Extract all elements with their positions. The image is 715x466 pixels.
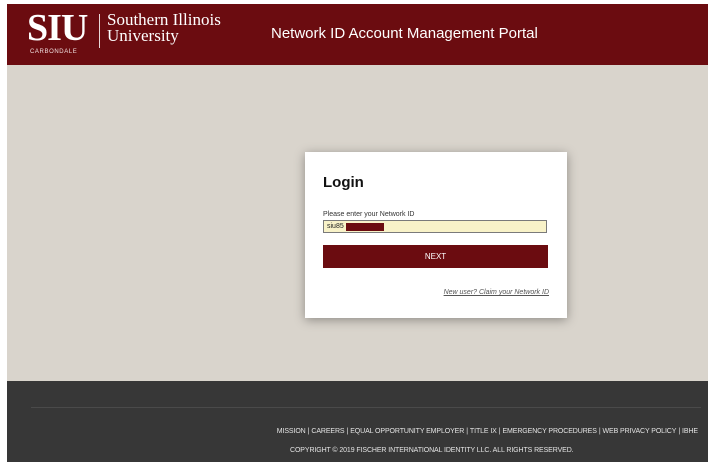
logo-university-name: Southern Illinois University bbox=[107, 11, 221, 45]
claim-network-id-link[interactable]: New user? Claim your Network ID bbox=[444, 289, 549, 296]
footer-divider bbox=[31, 407, 701, 408]
network-id-value: siu85 bbox=[327, 223, 344, 230]
footer-link-privacy[interactable]: WEB PRIVACY POLICY bbox=[603, 428, 677, 435]
footer-link-eoe[interactable]: EQUAL OPPORTUNITY EMPLOYER bbox=[350, 428, 464, 435]
login-heading: Login bbox=[323, 174, 364, 191]
network-id-label: Please enter your Network ID bbox=[323, 211, 415, 218]
redaction-block bbox=[346, 223, 384, 231]
siu-logo[interactable]: SIU Southern Illinois University CARBOND… bbox=[27, 7, 257, 60]
footer-link-mission[interactable]: MISSION bbox=[277, 428, 306, 435]
logo-campus: CARBONDALE bbox=[30, 49, 78, 55]
network-id-input[interactable]: siu85 bbox=[323, 220, 547, 233]
footer-link-ibhe[interactable]: IBHE bbox=[682, 428, 698, 435]
main-content: Login Please enter your Network ID siu85… bbox=[7, 65, 708, 381]
site-footer: MISSION | CAREERS | EQUAL OPPORTUNITY EMPLOY… bbox=[7, 381, 708, 462]
next-button[interactable]: NEXT bbox=[323, 245, 548, 268]
portal-window: SIU Southern Illinois University CARBOND… bbox=[7, 4, 708, 462]
copyright-text: COPYRIGHT © 2019 FISCHER INTERNATIONAL I… bbox=[290, 447, 574, 454]
footer-link-careers[interactable]: CAREERS bbox=[311, 428, 344, 435]
logo-mark: SIU bbox=[27, 7, 88, 49]
site-header: SIU Southern Illinois University CARBOND… bbox=[7, 4, 708, 65]
logo-name-line2: University bbox=[107, 26, 179, 45]
footer-link-emergency[interactable]: EMERGENCY PROCEDURES bbox=[502, 428, 596, 435]
login-card: Login Please enter your Network ID siu85… bbox=[305, 152, 567, 318]
footer-links: MISSION | CAREERS | EQUAL OPPORTUNITY EMPLOY… bbox=[277, 428, 698, 435]
logo-divider bbox=[99, 14, 100, 48]
page-title: Network ID Account Management Portal bbox=[271, 25, 538, 42]
footer-link-title-ix[interactable]: TITLE IX bbox=[470, 428, 497, 435]
